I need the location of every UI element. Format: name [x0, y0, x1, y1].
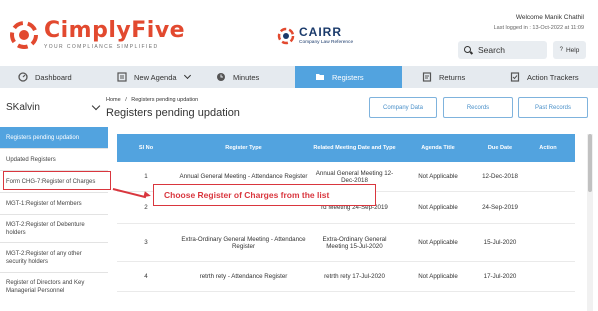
breadcrumb: Home / Registers pending updation: [106, 97, 198, 103]
column-header: Related Meeting Date and Type: [313, 145, 396, 151]
cell-due: 24-Sep-2019: [482, 204, 518, 211]
registers-table: Sl No Register Type Related Meeting Date…: [117, 134, 575, 292]
scrollbar-thumb[interactable]: [588, 134, 592, 192]
sidebar-item-directors[interactable]: Register of Directors and Key Managerial…: [0, 273, 108, 301]
sidebar-item-mgt1[interactable]: MGT-1:Register of Members: [0, 193, 108, 215]
cell-type: retrth rety - Attendance Register: [199, 273, 288, 280]
table-scrollbar[interactable]: [587, 134, 593, 311]
cairr-logo[interactable]: CAIRR Company Law Reference: [277, 26, 353, 45]
help-label: Help: [565, 46, 580, 54]
records-button[interactable]: Records: [443, 97, 513, 118]
registers-icon: [315, 72, 325, 82]
column-header: Sl No: [138, 145, 154, 151]
annotation-callout: Choose Register of Charges from the list: [153, 184, 376, 206]
help-button[interactable]: ? Help: [553, 41, 586, 59]
table-row[interactable]: 4 retrth rety - Attendance Register retr…: [117, 262, 575, 292]
minutes-icon: [216, 72, 226, 82]
cell-agenda: Not Applicable: [418, 173, 458, 180]
nav-registers[interactable]: Registers: [295, 66, 402, 88]
welcome-text: Welcome Manik Chathil: [515, 14, 584, 21]
cell-meeting: retrth rety 17-Jul-2020: [324, 273, 385, 280]
table-header: Sl No Register Type Related Meeting Date…: [117, 134, 575, 162]
breadcrumb-home[interactable]: Home: [106, 97, 121, 103]
cairr-subtitle: Company Law Reference: [299, 40, 354, 45]
page-title: Registers pending updation: [106, 107, 240, 119]
cell-due: 15-Jul-2020: [483, 239, 517, 246]
column-header: Agenda Title: [421, 145, 455, 151]
last-login-text: Last logged in : 13-Oct-2022 at 11:09: [493, 25, 584, 31]
cell-action: [521, 262, 575, 291]
returns-icon: [422, 72, 432, 82]
logo-tagline: YOUR COMPLIANCE SIMPLIFIED: [44, 44, 159, 50]
cell-sl: 3: [144, 239, 148, 246]
table-row[interactable]: 3 Extra-Ordinary General Meeting - Atten…: [117, 224, 575, 262]
nav-action-trackers[interactable]: Action Trackers: [496, 66, 598, 88]
logo-mark-icon: [10, 21, 38, 49]
column-header: Register Type: [225, 145, 262, 151]
chevron-down-icon: [183, 71, 191, 80]
main-nav: Dashboard New Agenda Minutes Registers R…: [0, 66, 598, 88]
agenda-icon: [117, 72, 127, 82]
search-box[interactable]: Search: [458, 41, 547, 59]
dashboard-icon: [18, 72, 28, 82]
cell-action: [521, 224, 575, 261]
cell-agenda: Not Applicable: [418, 239, 458, 246]
sidebar-item-mgt2-security[interactable]: MGT-2:Register of any other security hol…: [0, 243, 108, 273]
sidebar-item-mgt2-debenture[interactable]: MGT-2:Register of Debenture holders: [0, 215, 108, 243]
chevron-down-icon: [91, 101, 101, 111]
company-select[interactable]: SKalvin: [0, 92, 108, 122]
action-tracker-icon: [510, 72, 520, 82]
cimplyfive-logo[interactable]: CimplyFive YOUR COMPLIANCE SIMPLIFIED: [10, 20, 185, 50]
help-icon: ?: [559, 47, 563, 53]
cell-agenda: Not Applicable: [418, 204, 458, 211]
nav-minutes[interactable]: Minutes: [198, 66, 295, 88]
cairr-name: CAIRR: [299, 25, 342, 39]
nav-new-agenda[interactable]: New Agenda: [103, 66, 198, 88]
cell-meeting: Extra-Ordinary General Meeting 15-Jul-20…: [322, 235, 387, 250]
column-header: Action: [539, 145, 557, 151]
sidebar-item-pending[interactable]: Registers pending updation: [0, 127, 108, 149]
nav-dashboard[interactable]: Dashboard: [0, 66, 103, 88]
cairr-mark-icon: [277, 27, 295, 45]
register-sidebar: Registers pending updation Updated Regis…: [0, 127, 108, 311]
cell-due: 17-Jul-2020: [483, 273, 517, 280]
cell-action: [521, 162, 575, 191]
company-select-value: SKalvin: [6, 101, 40, 113]
company-data-button[interactable]: Company Data: [369, 97, 437, 118]
highlight-box: [3, 171, 111, 190]
search-label: Search: [478, 45, 505, 55]
breadcrumb-separator: /: [125, 97, 127, 103]
cell-agenda: Not Applicable: [418, 273, 458, 280]
column-header: Due Date: [487, 145, 513, 151]
logo-name: CimplyFive: [44, 18, 186, 43]
cell-action: [521, 192, 575, 223]
search-icon: [464, 45, 473, 55]
app-header: CimplyFive YOUR COMPLIANCE SIMPLIFIED CA…: [0, 0, 598, 64]
cell-type: Extra-Ordinary General Meeting - Attenda…: [181, 235, 306, 250]
sidebar-item-updated[interactable]: Updated Registers: [0, 149, 108, 171]
past-records-button[interactable]: Past Records: [518, 97, 588, 118]
cell-due: 12-Dec-2018: [482, 173, 518, 180]
breadcrumb-current: Registers pending updation: [131, 97, 199, 103]
nav-returns[interactable]: Returns: [402, 66, 496, 88]
cell-sl: 4: [144, 273, 148, 280]
